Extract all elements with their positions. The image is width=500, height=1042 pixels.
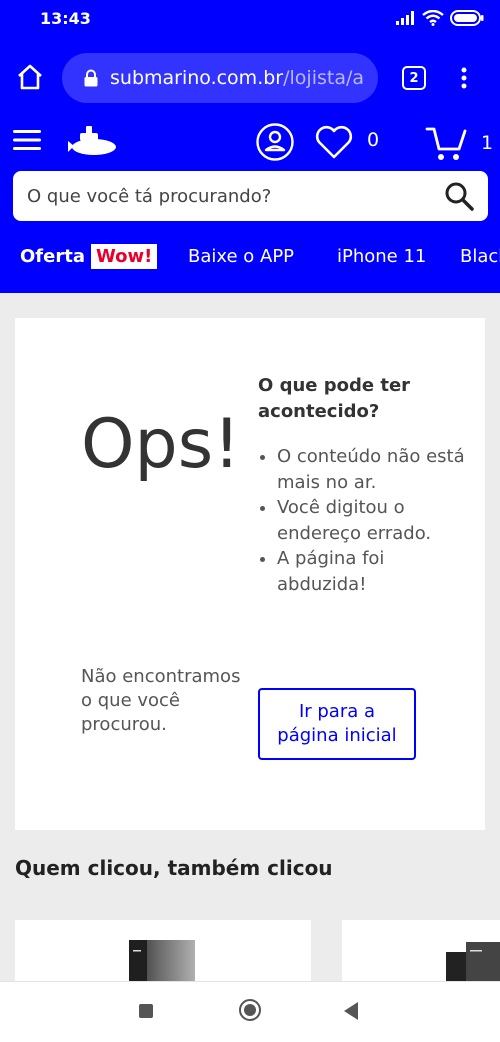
offer-label: Oferta bbox=[20, 245, 85, 267]
product-image bbox=[446, 942, 500, 990]
category-iphone[interactable]: iPhone 11 bbox=[337, 238, 426, 274]
url-path: /lojista/a bbox=[283, 67, 365, 89]
hamburger-icon[interactable] bbox=[13, 128, 43, 152]
search-icon[interactable] bbox=[444, 181, 474, 211]
submarine-logo[interactable] bbox=[66, 124, 118, 158]
url-domain: submarino.com.br bbox=[110, 67, 284, 89]
product-image bbox=[129, 940, 195, 990]
error-title: Ops! bbox=[81, 405, 241, 484]
home-page-button[interactable]: Ir para a página inicial bbox=[258, 688, 416, 760]
product-card[interactable] bbox=[342, 920, 500, 990]
category-bar: OfertaWow! Baixe o APP iPhone 11 Black bbox=[0, 238, 500, 274]
category-black[interactable]: Black bbox=[460, 238, 500, 274]
error-message: Não encontramos o que você procurou. bbox=[81, 666, 241, 735]
cause-item: A página foi abduzida! bbox=[277, 546, 477, 597]
wifi-icon bbox=[422, 10, 444, 26]
lock-icon bbox=[84, 69, 98, 87]
recommendations-heading: Quem clicou, também clicou bbox=[15, 856, 333, 880]
system-nav-bar bbox=[0, 981, 500, 1042]
search-box bbox=[13, 171, 488, 221]
battery-icon bbox=[450, 10, 484, 26]
cart-icon[interactable] bbox=[425, 123, 467, 163]
more-options-icon[interactable] bbox=[458, 66, 470, 90]
system-home-icon[interactable] bbox=[239, 999, 261, 1021]
user-icon[interactable] bbox=[255, 122, 295, 162]
error-card: Ops! Não encontramos o que você procurou… bbox=[15, 318, 485, 830]
back-icon[interactable] bbox=[344, 1002, 358, 1020]
tab-switcher-button[interactable]: 2 bbox=[402, 66, 426, 90]
causes-title: O que pode ter acontecido? bbox=[258, 375, 411, 422]
cause-item: Você digitou o endereço errado. bbox=[277, 495, 477, 546]
status-time: 13:43 bbox=[40, 9, 91, 28]
cart-count: 1 bbox=[481, 132, 494, 154]
category-offer-wow[interactable]: Oferta Wow! bbox=[20, 238, 158, 274]
home-icon[interactable] bbox=[16, 63, 44, 91]
status-icons bbox=[396, 10, 484, 26]
heart-icon[interactable] bbox=[314, 124, 354, 160]
url-text: submarino.com.br/lojista/a bbox=[110, 67, 364, 89]
product-card[interactable] bbox=[15, 920, 311, 990]
signal-icon bbox=[396, 11, 414, 25]
address-bar[interactable]: submarino.com.br/lojista/a bbox=[62, 53, 378, 103]
causes-list: O conteúdo não está mais no ar. Você dig… bbox=[258, 444, 477, 597]
site-header: 13:43 submarino.com.br/lojista/a 2 0 1 O… bbox=[0, 0, 500, 293]
search-input[interactable] bbox=[13, 171, 433, 221]
recents-icon[interactable] bbox=[139, 1004, 153, 1018]
favorites-count: 0 bbox=[367, 129, 380, 151]
wow-badge: Wow! bbox=[90, 243, 158, 269]
category-app[interactable]: Baixe o APP bbox=[188, 238, 294, 274]
cause-item: O conteúdo não está mais no ar. bbox=[277, 444, 477, 495]
